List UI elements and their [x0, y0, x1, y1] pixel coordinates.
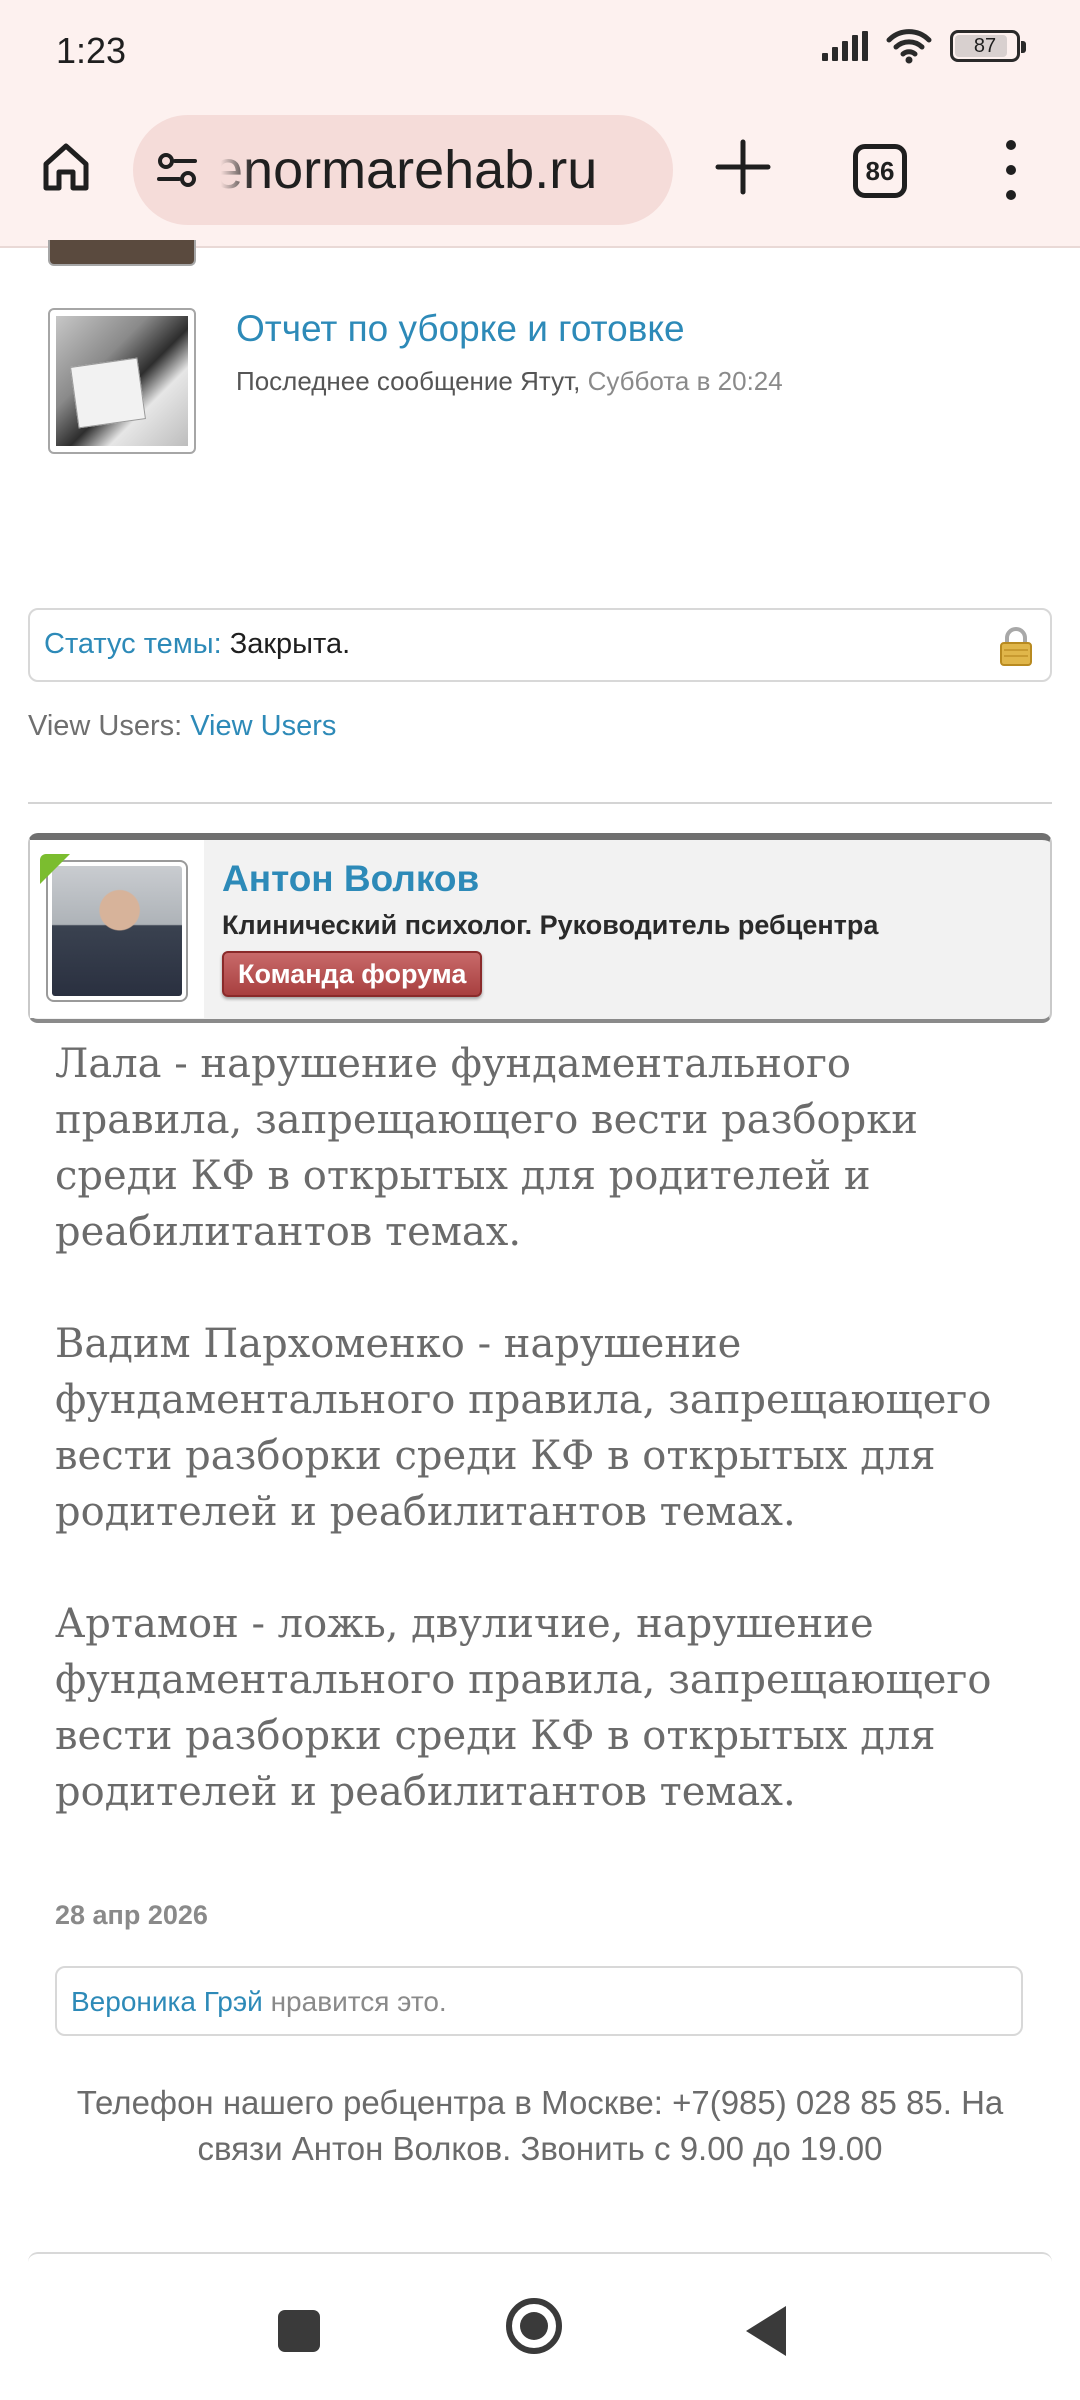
view-users: View Users: View Users	[28, 710, 336, 743]
thread-status: Статус темы: Закрыта.	[44, 628, 350, 661]
last-message-author: Последнее сообщение Ятут,	[236, 366, 581, 396]
thread-status-label: Статус темы:	[44, 628, 222, 660]
system-nav-bar	[0, 2270, 1080, 2400]
topic-last-message: Последнее сообщение Ятут, Суббота в 20:2…	[236, 366, 783, 397]
wifi-icon	[886, 29, 932, 64]
view-users-label: View Users:	[28, 710, 191, 742]
post-date[interactable]: 28 апр 2026	[55, 1900, 208, 1931]
thread-status-value: Закрыта.	[221, 628, 351, 660]
likes-line: Вероника Грэй нравится это.	[71, 1986, 447, 2018]
next-post-edge	[28, 2252, 1052, 2266]
status-icons: 87	[822, 28, 1026, 64]
home-nav-icon[interactable]	[506, 2298, 562, 2354]
post-body: Лала - нарушение фундаментального правил…	[55, 1036, 1045, 1876]
topic-title-link[interactable]: Отчет по уборке и готовке	[236, 308, 685, 350]
previous-topic-thumbnail[interactable]	[48, 240, 196, 266]
post-paragraph: Артамон - ложь, двуличие, нарушение фунд…	[55, 1601, 992, 1815]
avatar-container	[30, 840, 204, 1018]
new-tab-icon[interactable]	[712, 136, 774, 198]
thread-status-box: Статус темы: Закрыта.	[28, 608, 1052, 682]
post-author-header: Антон Волков Клинический психолог. Руков…	[28, 833, 1052, 1023]
liker-link[interactable]: Вероника Грэй	[71, 1986, 263, 2017]
recents-icon[interactable]	[278, 2310, 320, 2352]
post-paragraph: Лала - нарушение фундаментального правил…	[55, 1041, 918, 1255]
post-paragraph: Вадим Пархоменко - нарушение фундаментал…	[55, 1321, 992, 1535]
battery-level: 87	[973, 34, 997, 57]
url-bar[interactable]: enormarehab.ru	[133, 115, 673, 225]
author-role: Клинический психолог. Руководитель ребце…	[222, 910, 879, 940]
view-users-link[interactable]: View Users	[190, 710, 336, 742]
home-icon	[43, 143, 89, 191]
tab-count: 86	[865, 155, 895, 186]
likes-text: нравится это.	[262, 1986, 447, 2017]
likes-summary: Вероника Грэй нравится это.	[55, 1966, 1023, 2036]
url-fade	[207, 115, 253, 225]
post-signature: Телефон нашего ребцентра в Москве: +7(98…	[76, 2084, 1004, 2167]
browser-chrome: 1:23 87 enormarehab.ru 86	[0, 0, 1080, 248]
related-topic-item[interactable]: Отчет по уборке и готовке Последнее сооб…	[48, 308, 1048, 456]
site-settings-icon[interactable]	[153, 145, 203, 195]
rank-badge: Команда форума	[222, 951, 483, 997]
topic-thumbnail[interactable]	[48, 308, 196, 454]
avatar[interactable]	[46, 860, 188, 1002]
url-text[interactable]: enormarehab.ru	[213, 139, 597, 201]
more-menu-icon[interactable]	[996, 140, 1026, 200]
battery-icon: 87	[950, 30, 1026, 62]
tab-switcher-icon[interactable]: 86	[853, 144, 907, 198]
signal-icon	[822, 31, 868, 61]
back-icon[interactable]	[746, 2306, 786, 2356]
lock-icon	[1000, 627, 1032, 666]
status-time: 1:23	[56, 30, 127, 71]
last-message-time: Суббота в 20:24	[580, 366, 783, 396]
author-name-link[interactable]: Антон Волков	[222, 858, 479, 900]
divider	[28, 802, 1052, 804]
home-button[interactable]	[36, 136, 96, 196]
